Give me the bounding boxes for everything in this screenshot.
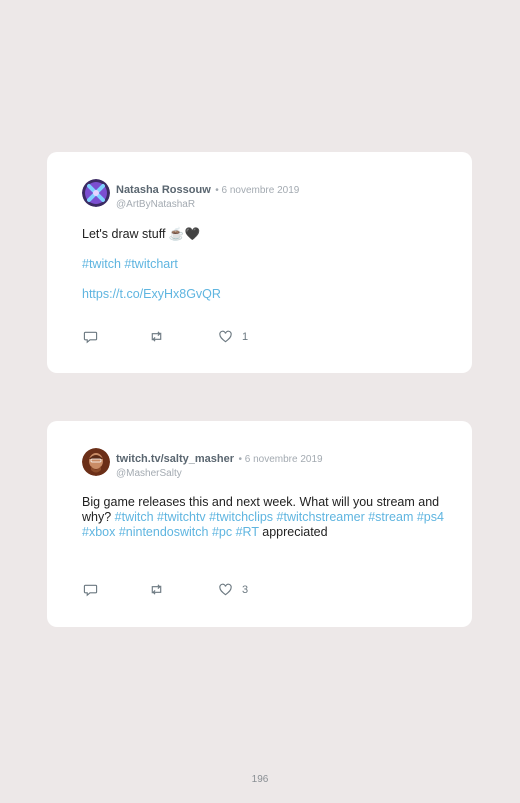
like-count: 3: [242, 583, 249, 596]
tweet-text-end: appreciated: [262, 525, 328, 539]
like-icon: [219, 330, 232, 343]
avatar[interactable]: [82, 448, 110, 476]
retweet-icon: [151, 584, 162, 595]
like-icon: [219, 583, 232, 596]
tweet-text: Let's draw stuff ☕🖤: [82, 227, 201, 241]
reply-button[interactable]: [83, 582, 98, 597]
author-handle[interactable]: @MasherSalty: [116, 468, 323, 479]
retweet-button[interactable]: [149, 329, 164, 344]
tweet-text: Big game releases this and next week. Wh…: [82, 495, 447, 540]
author-handle[interactable]: @ArtByNatashaR: [116, 199, 299, 210]
author-name[interactable]: twitch.tv/salty_masher: [116, 453, 234, 465]
tweet-link[interactable]: https://t.co/ExyHx8GvQR: [82, 287, 221, 302]
reply-icon: [83, 584, 98, 597]
reply-icon: [83, 331, 98, 344]
author-name[interactable]: Natasha Rossouw: [116, 184, 211, 196]
page-number: 196: [251, 774, 269, 785]
tweet-card[interactable]: Natasha Rossouw • 6 novembre 2019 @ArtBy…: [47, 152, 472, 373]
like-button[interactable]: 3: [218, 582, 248, 597]
avatar[interactable]: [82, 179, 110, 207]
tweet-hashtags[interactable]: #twitch #twitchart: [82, 257, 178, 272]
tweet-actions: 1: [83, 329, 303, 345]
rt-hashtag[interactable]: #RT: [236, 525, 259, 539]
tweet-card[interactable]: twitch.tv/salty_masher • 6 novembre 2019…: [47, 421, 472, 627]
tweet-date[interactable]: • 6 novembre 2019: [238, 454, 322, 465]
tweet-actions: 3: [83, 582, 303, 598]
retweet-icon: [151, 331, 162, 342]
like-button[interactable]: 1: [218, 329, 248, 344]
tweet-date[interactable]: • 6 novembre 2019: [215, 185, 299, 196]
like-count: 1: [242, 330, 249, 343]
reply-button[interactable]: [83, 329, 98, 344]
retweet-button[interactable]: [149, 582, 164, 597]
